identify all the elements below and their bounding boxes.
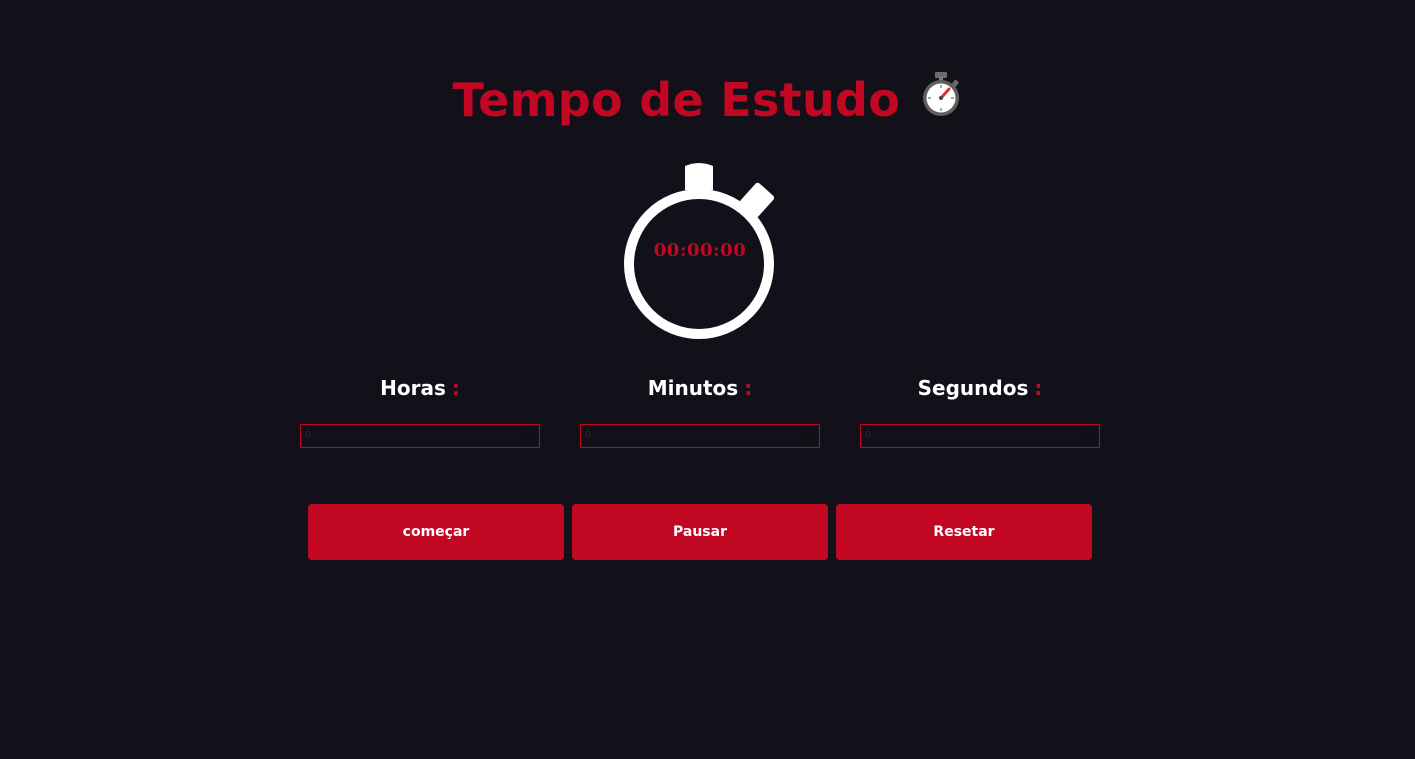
chevron-down-icon <box>523 432 533 439</box>
seconds-field: Segundos: 0 <box>860 374 1100 448</box>
seconds-select[interactable]: 0 <box>860 424 1100 448</box>
page-title-text: Tempo de Estudo <box>452 73 901 127</box>
hours-field: Horas: 0 <box>300 374 540 448</box>
hours-select[interactable]: 0 <box>300 424 540 448</box>
minutes-select[interactable]: 0 <box>580 424 820 448</box>
start-button[interactable]: começar <box>308 504 564 560</box>
hours-select-value: 0 <box>305 430 311 441</box>
chevron-down-icon <box>803 432 813 439</box>
chevron-down-icon <box>1083 432 1093 439</box>
minutes-field: Minutos: 0 <box>580 374 820 448</box>
seconds-select-value: 0 <box>865 430 871 441</box>
page-title: Tempo de Estudo <box>0 71 1415 129</box>
minutes-select-value: 0 <box>585 430 591 441</box>
reset-button[interactable]: Resetar <box>836 504 1092 560</box>
seconds-label: Segundos: <box>917 376 1043 400</box>
minutes-label: Minutos: <box>647 376 753 400</box>
hours-label: Horas: <box>380 376 460 400</box>
stopwatch-icon <box>920 71 962 129</box>
timer-display: 00:00:00 <box>653 240 747 261</box>
study-timer-page: Tempo de Estudo 00:00:00 Horas: 0 Minut… <box>0 0 1415 759</box>
pause-button[interactable]: Pausar <box>572 504 828 560</box>
